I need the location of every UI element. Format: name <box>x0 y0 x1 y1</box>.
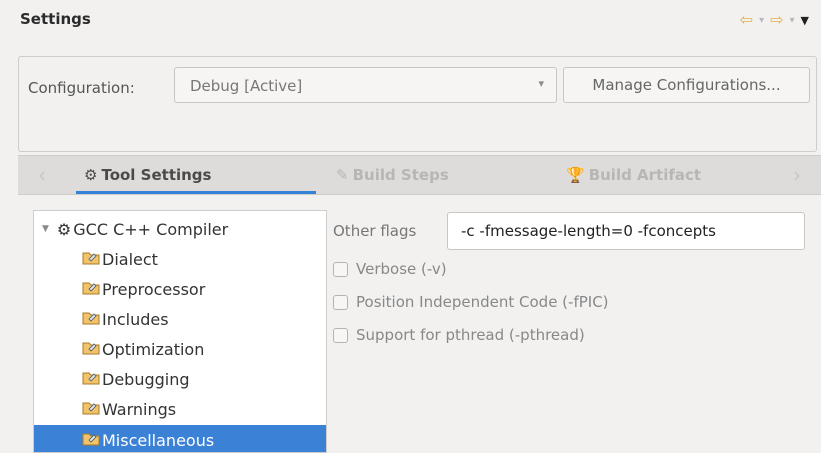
tree-item-label: Dialect <box>102 249 158 269</box>
option-folder-icon <box>82 430 100 450</box>
position-independent-code-label: Position Independent Code (-fPIC) <box>356 293 609 311</box>
other-flags-input[interactable] <box>447 212 805 250</box>
build-steps-icon: ✎ <box>336 166 349 184</box>
verbose-label: Verbose (-v) <box>356 260 447 278</box>
verbose-checkbox[interactable] <box>333 261 348 277</box>
configuration-panel: Configuration: Debug [Active] ▾ Manage C… <box>18 56 817 152</box>
view-menu-icon[interactable]: ▼ <box>801 14 809 27</box>
configuration-select[interactable]: Debug [Active] ▾ <box>174 67 557 103</box>
tree-item-label: Debugging <box>102 369 190 389</box>
pthread-option[interactable]: Support for pthread (-pthread) <box>333 326 585 344</box>
back-arrow-icon[interactable]: ⇦ <box>740 12 753 28</box>
scroll-tabs-right-icon[interactable]: › <box>793 163 801 187</box>
chevron-down-icon[interactable]: ▾ <box>538 77 544 90</box>
tree-item-optimization[interactable]: Optimization <box>34 334 326 364</box>
tab-label: Tool Settings <box>101 166 212 184</box>
configuration-label: Configuration: <box>28 79 135 97</box>
forward-arrow-icon[interactable]: ⇨ <box>770 12 783 28</box>
scroll-tabs-left-icon[interactable]: ‹ <box>38 163 46 187</box>
nav-controls: ⇦ ▾ ⇨ ▾ ▼ <box>740 12 809 28</box>
settings-tab-bar: ‹ ⚙ Tool Settings ✎ Build Steps 🏆 Build … <box>18 155 821 195</box>
tab-build-artifact[interactable]: 🏆 Build Artifact <box>566 166 701 184</box>
tree-item-dialect[interactable]: Dialect <box>34 244 326 274</box>
tool-settings-icon: ⚙ <box>84 166 98 184</box>
tree-item-label: Includes <box>102 309 169 329</box>
forward-history-dropdown-icon[interactable]: ▾ <box>790 15 795 26</box>
option-folder-icon <box>82 339 100 359</box>
tree-item-includes[interactable]: Includes <box>34 304 326 334</box>
option-folder-icon <box>82 369 100 389</box>
tree-item-preprocessor[interactable]: Preprocessor <box>34 274 326 304</box>
trophy-icon: 🏆 <box>566 166 585 184</box>
tree-item-label: Miscellaneous <box>102 430 215 450</box>
position-independent-code-option[interactable]: Position Independent Code (-fPIC) <box>333 293 609 311</box>
option-folder-icon <box>82 399 100 419</box>
active-tab-indicator <box>76 191 316 194</box>
tab-tool-settings[interactable]: ⚙ Tool Settings <box>84 166 211 184</box>
tree-item-warnings[interactable]: Warnings <box>34 394 326 424</box>
option-folder-icon <box>82 249 100 269</box>
tree-item-gcc-cpp-compiler[interactable]: ▼ ⚙ GCC C++ Compiler <box>34 214 326 244</box>
option-folder-icon <box>82 309 100 329</box>
manage-configurations-button[interactable]: Manage Configurations... <box>563 67 810 103</box>
settings-header: Settings ⇦ ▾ ⇨ ▾ ▼ <box>0 0 821 40</box>
tab-build-steps[interactable]: ✎ Build Steps <box>336 166 449 184</box>
tree-item-label: Preprocessor <box>102 279 206 299</box>
back-history-dropdown-icon[interactable]: ▾ <box>759 15 764 26</box>
tree-item-label: GCC C++ Compiler <box>73 219 229 239</box>
collapse-triangle-icon[interactable]: ▼ <box>42 224 49 234</box>
tree-item-label: Optimization <box>102 339 205 359</box>
tree-item-miscellaneous[interactable]: Miscellaneous <box>34 425 326 452</box>
tree-item-label: Warnings <box>102 399 177 419</box>
configuration-selected-value: Debug [Active] <box>190 77 303 95</box>
verbose-option[interactable]: Verbose (-v) <box>333 260 447 278</box>
tool-settings-icon: ⚙ <box>56 219 72 239</box>
tab-label: Build Steps <box>352 166 449 184</box>
pthread-label: Support for pthread (-pthread) <box>356 326 585 344</box>
tool-settings-tree: ▼ ⚙ GCC C++ Compiler Dialect Preprocesso… <box>33 210 327 453</box>
tree-item-debugging[interactable]: Debugging <box>34 364 326 394</box>
pthread-checkbox[interactable] <box>333 327 348 343</box>
option-folder-icon <box>82 279 100 299</box>
other-flags-label: Other flags <box>333 222 417 240</box>
page-title: Settings <box>20 10 91 28</box>
tab-label: Build Artifact <box>588 166 702 184</box>
position-independent-code-checkbox[interactable] <box>333 294 348 310</box>
